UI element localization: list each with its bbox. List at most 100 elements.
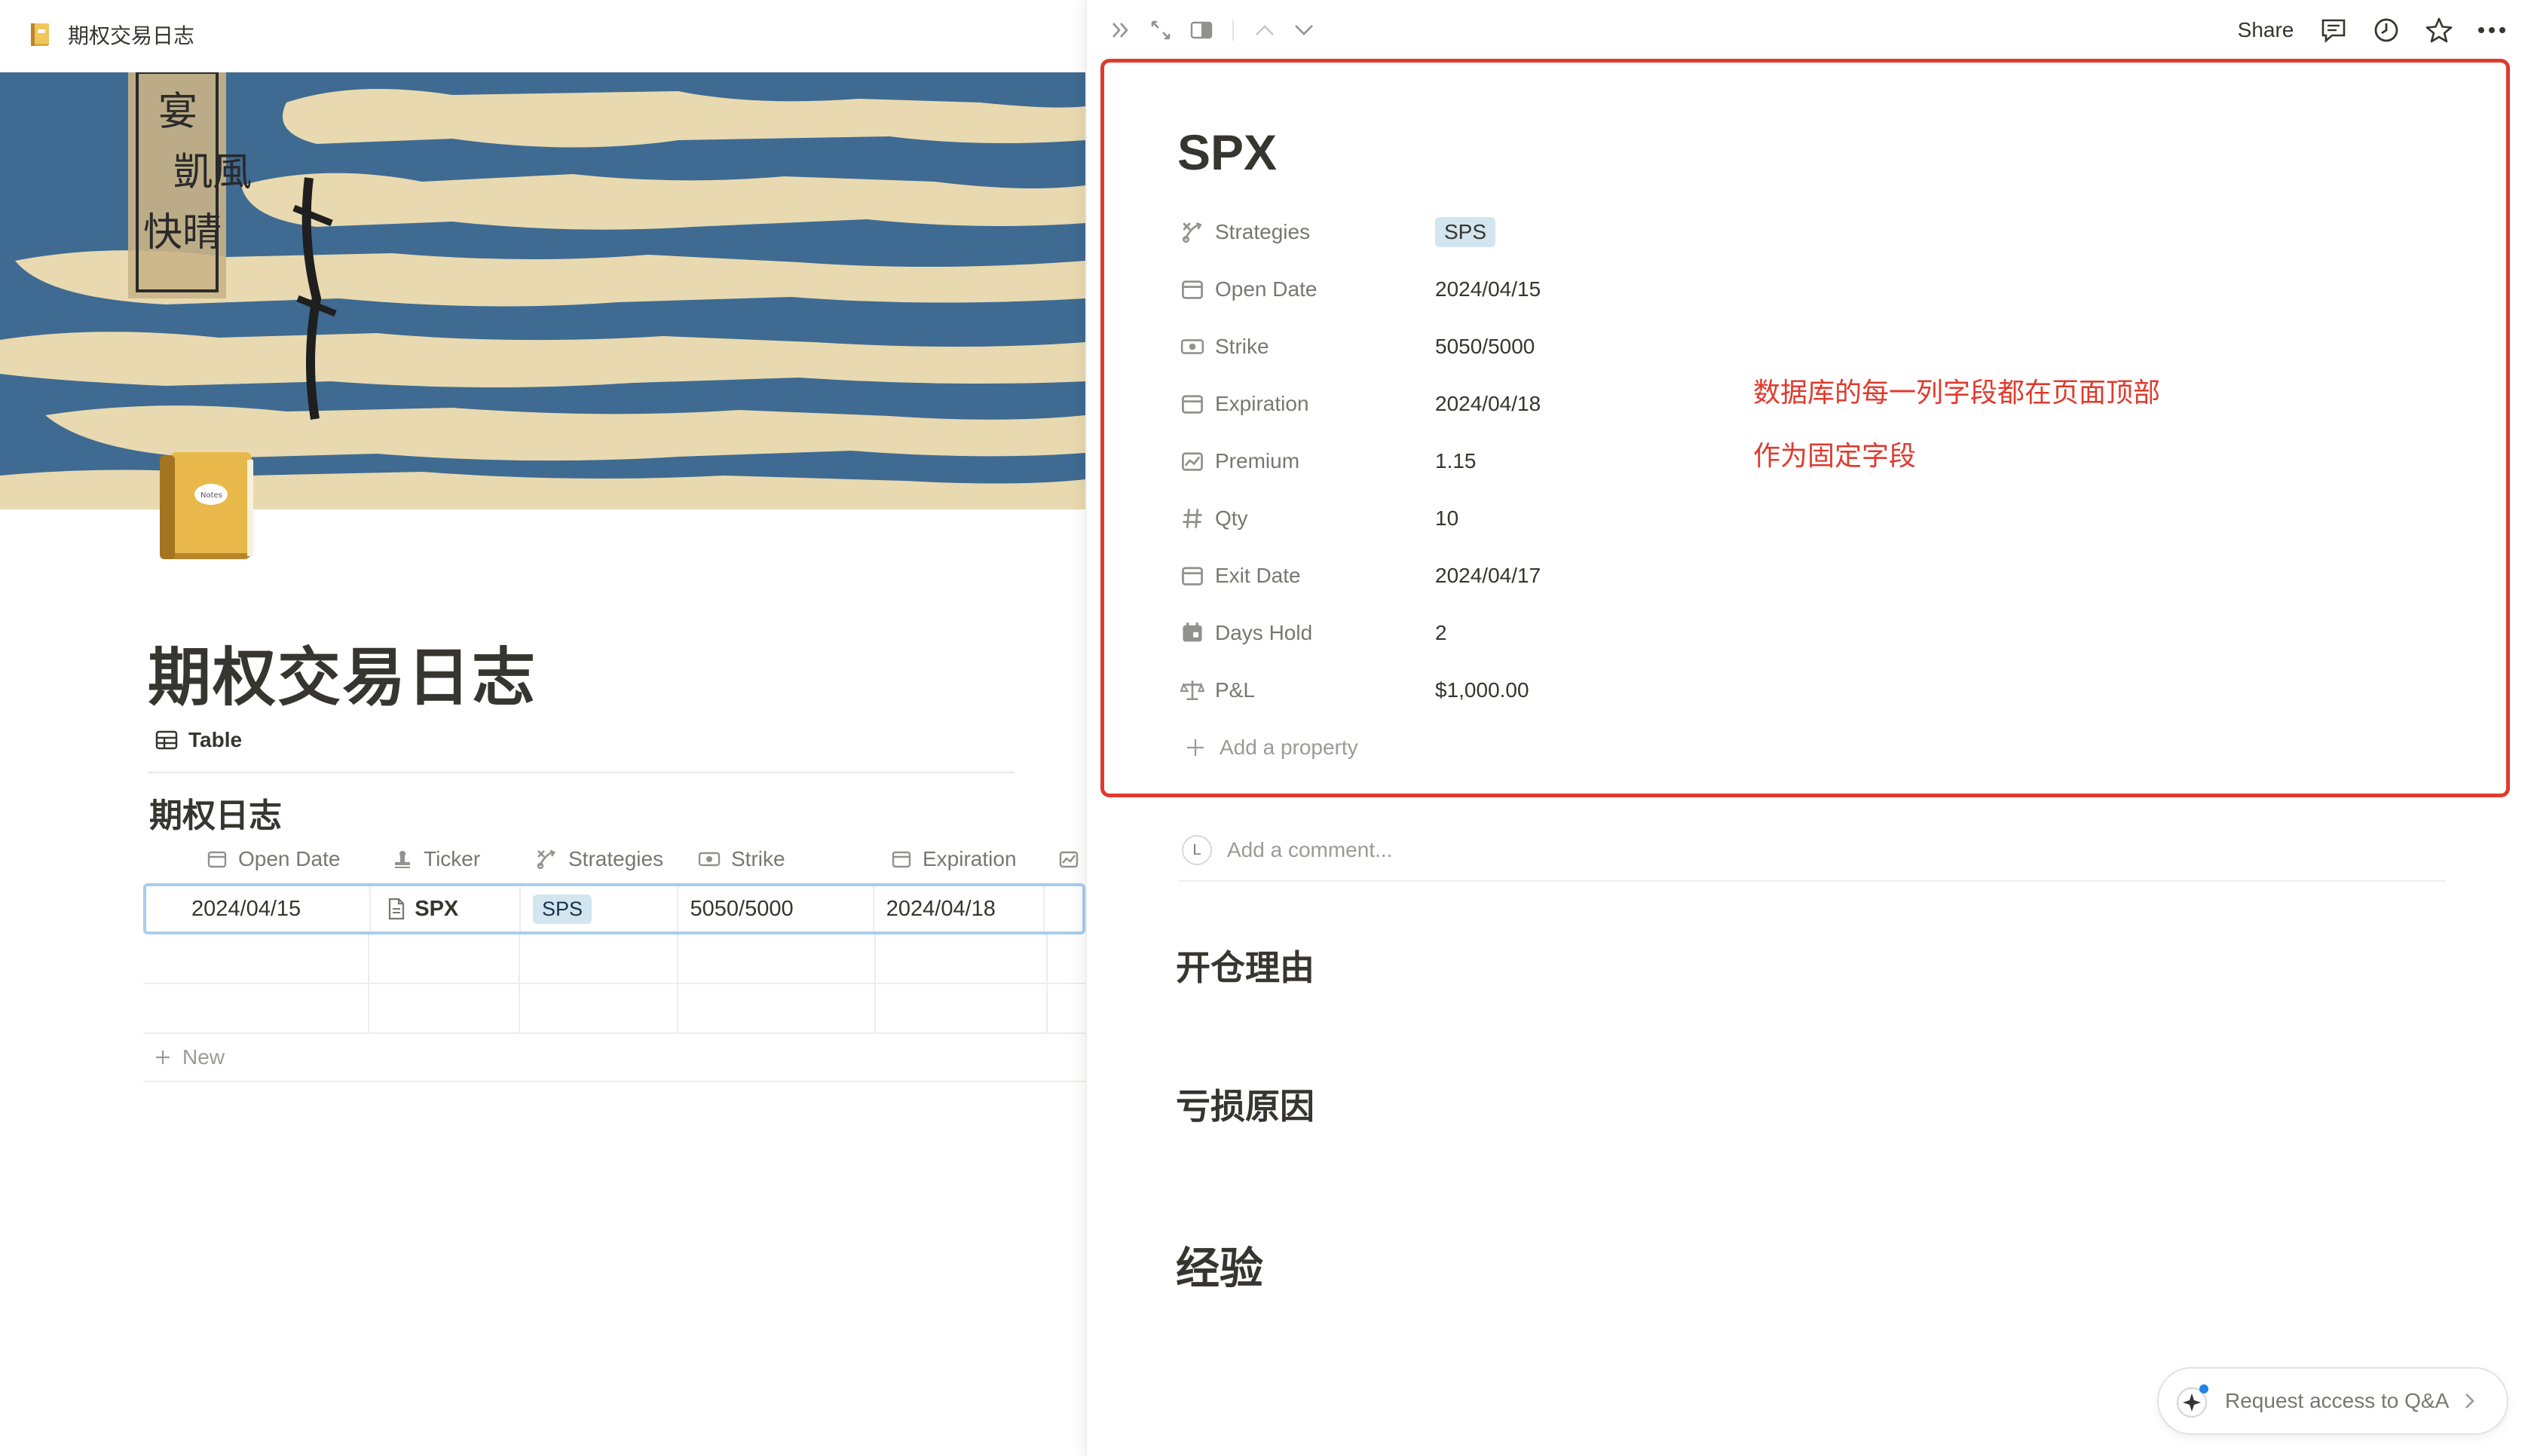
cell-empty[interactable] <box>678 934 876 983</box>
property-premium[interactable]: Premium 1.15 <box>1180 433 2236 490</box>
more-button[interactable] <box>2475 17 2508 44</box>
tab-label: Table <box>188 728 243 751</box>
cell-more[interactable] <box>1045 886 1082 931</box>
page-icon <box>389 898 405 920</box>
cell-empty[interactable] <box>143 984 369 1032</box>
strategies-icon <box>537 849 555 870</box>
side-panel-icon <box>1190 21 1213 39</box>
cell-empty[interactable] <box>1048 984 1085 1032</box>
star-icon <box>2425 17 2453 43</box>
breadcrumb-page-title[interactable]: 期权交易日志 <box>68 20 194 50</box>
add-property-label: Add a property <box>1220 736 1358 759</box>
calendar-icon <box>207 851 227 868</box>
property-label: Qty <box>1215 506 1248 530</box>
cell-empty[interactable] <box>1048 934 1085 983</box>
cell-strategies[interactable]: SPS <box>521 886 678 931</box>
property-pnl[interactable]: P&L $1,000.00 <box>1180 662 2236 719</box>
avatar: L <box>1182 835 1212 865</box>
column-strategies[interactable]: Strategies <box>520 847 678 871</box>
cell-strike[interactable]: 5050/5000 <box>678 886 874 931</box>
notebook-icon[interactable]: Notes <box>155 449 258 564</box>
property-value: 2024/04/18 <box>1435 392 1541 415</box>
notebook-icon <box>31 23 49 46</box>
chevron-right-icon <box>2465 1393 2475 1409</box>
heading-experience[interactable]: 经验 <box>1176 1233 1263 1296</box>
add-property-button[interactable]: Add a property <box>1180 719 2236 776</box>
column-expiration[interactable]: Expiration <box>876 847 1048 871</box>
more-icon <box>2478 27 2505 33</box>
property-exit-date[interactable]: Exit Date 2024/04/17 <box>1180 547 2236 604</box>
previous-button[interactable] <box>1251 17 1278 44</box>
peek-mode-button[interactable] <box>1188 17 1215 44</box>
comment-placeholder: Add a comment... <box>1227 838 1393 861</box>
next-button[interactable] <box>1290 17 1318 44</box>
request-qa-label: Request access to Q&A <box>2225 1389 2450 1412</box>
comments-button[interactable] <box>2318 17 2349 44</box>
share-button[interactable]: Share <box>2236 17 2296 44</box>
column-more[interactable] <box>1048 849 1085 870</box>
top-bar: 期权交易日志 <box>0 0 1085 69</box>
comment-icon <box>2321 19 2346 43</box>
cell-empty[interactable] <box>876 934 1048 983</box>
property-label: Days Hold <box>1215 621 1313 644</box>
expand-icon <box>1151 20 1171 40</box>
heading-open-reason[interactable]: 开仓理由 <box>1176 941 1314 990</box>
cell-open-date[interactable]: 2024/04/15 <box>146 886 372 931</box>
property-label: Expiration <box>1215 392 1309 415</box>
property-label: Premium <box>1215 449 1300 473</box>
close-peek-button[interactable] <box>1108 17 1135 44</box>
stamp-icon <box>395 851 410 868</box>
property-qty[interactable]: Qty 10 <box>1180 490 2236 547</box>
property-label: Strike <box>1215 335 1269 358</box>
page-title[interactable]: 期权交易日志 <box>148 627 537 718</box>
cell-expiration[interactable]: 2024/04/18 <box>874 886 1045 931</box>
strategy-tag: SPS <box>1435 217 1496 247</box>
property-strategies[interactable]: Strategies SPS <box>1180 203 2236 261</box>
property-days-hold[interactable]: Days Hold 2 <box>1180 604 2236 662</box>
money-icon <box>698 852 721 867</box>
comment-input[interactable]: L Add a comment... <box>1179 820 2445 882</box>
cell-empty[interactable] <box>876 984 1048 1032</box>
table-header: Open Date Ticker Strategies Strike Expir… <box>143 835 1085 883</box>
calendar-icon <box>892 851 911 868</box>
peek-toolbar: Share <box>1087 0 2531 60</box>
table-row[interactable] <box>143 934 1085 984</box>
cell-ticker[interactable]: SPX <box>371 886 521 931</box>
cell-empty[interactable] <box>143 934 369 983</box>
double-chevron-right-icon <box>1112 23 1128 38</box>
database-title[interactable]: 期权日志 <box>149 788 282 837</box>
property-value: 1.15 <box>1435 449 1477 473</box>
record-title[interactable]: SPX <box>1177 124 1277 181</box>
money-icon <box>1180 339 1204 354</box>
expand-button[interactable] <box>1147 17 1174 44</box>
updates-button[interactable] <box>2371 17 2401 44</box>
new-label: New <box>182 1045 225 1069</box>
table-row[interactable]: 2024/04/15 SPX SPS 5050/5000 2024/04/18 <box>143 883 1085 934</box>
chart-icon <box>1182 452 1203 471</box>
svg-text:Notes: Notes <box>200 491 222 500</box>
table-row[interactable] <box>143 984 1085 1034</box>
cell-empty[interactable] <box>369 984 520 1032</box>
annotation-text: 作为固定字段 <box>1753 440 1917 471</box>
cell-empty[interactable] <box>520 934 678 983</box>
column-ticker[interactable]: Ticker <box>369 847 520 871</box>
property-value: $1,000.00 <box>1435 678 1529 702</box>
clock-icon <box>2374 18 2398 42</box>
request-qa-button[interactable]: Request access to Q&A <box>2157 1367 2508 1435</box>
divider <box>1232 17 1235 44</box>
column-open-date[interactable]: Open Date <box>143 847 369 871</box>
column-strike[interactable]: Strike <box>678 847 876 871</box>
favorite-button[interactable] <box>2424 17 2454 44</box>
property-list: Strategies SPS Open Date 2024/04/15 Stri… <box>1180 203 2236 776</box>
property-label: Exit Date <box>1215 564 1301 587</box>
property-label: P&L <box>1215 678 1255 702</box>
cell-empty[interactable] <box>678 984 876 1032</box>
new-row-button[interactable]: New <box>143 1034 1085 1082</box>
property-open-date[interactable]: Open Date 2024/04/15 <box>1180 261 2236 318</box>
cell-empty[interactable] <box>369 934 520 983</box>
tab-table[interactable]: Table <box>155 728 242 752</box>
calendar-icon <box>1182 395 1203 414</box>
cell-empty[interactable] <box>520 984 678 1032</box>
property-strike[interactable]: Strike 5050/5000 <box>1180 318 2236 375</box>
heading-loss-reason[interactable]: 亏损原因 <box>1176 1079 1314 1129</box>
